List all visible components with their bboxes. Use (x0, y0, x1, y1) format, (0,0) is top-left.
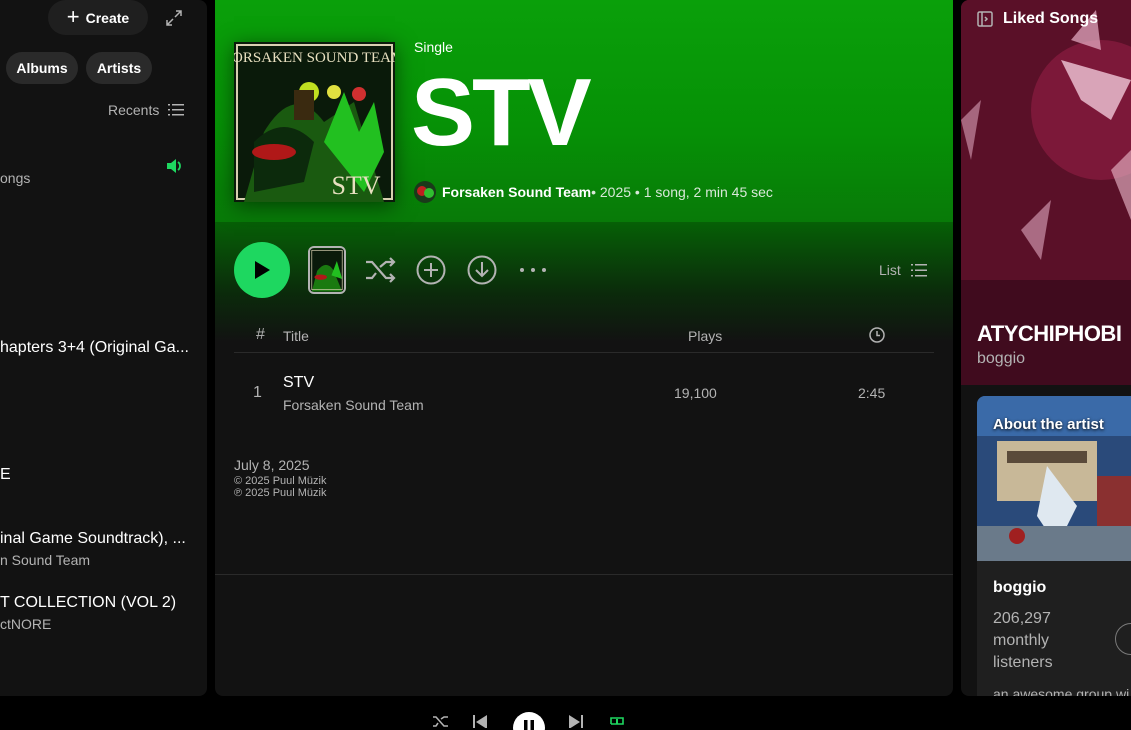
panel-title[interactable]: Liked Songs (1003, 10, 1098, 28)
view-list-button[interactable]: List (879, 262, 927, 278)
table-row[interactable]: 1 STV Forsaken Sound Team 19,100 2:45 (234, 362, 934, 420)
album-preview-button[interactable] (308, 246, 346, 294)
track-duration: 2:45 (858, 385, 886, 401)
album-details: • 2025 • 1 song, 2 min 45 sec (591, 184, 773, 200)
play-button[interactable] (234, 242, 290, 298)
album-cover: FORSAKEN SOUND TEAM STV (234, 42, 395, 202)
track-plays: 19,100 (674, 385, 717, 401)
release-date: July 8, 2025 (234, 457, 310, 473)
tracklist-header: # Title Plays (234, 318, 934, 353)
shuffle-icon[interactable] (432, 714, 450, 728)
album-title: STV (411, 59, 592, 166)
now-playing-artist[interactable]: boggio (977, 350, 1025, 368)
pause-icon (524, 720, 534, 730)
copyright-text: © 2025 Puul Müzik (234, 475, 327, 487)
track-artist[interactable]: Forsaken Sound Team (283, 397, 424, 413)
play-icon (255, 261, 270, 279)
album-meta: Forsaken Sound Team • 2025 • 1 song, 2 m… (414, 181, 773, 203)
album-type: Single (414, 39, 453, 55)
filter-albums-chip[interactable]: Albums (6, 52, 78, 84)
library-item[interactable]: hapters 3+4 (Original Ga... (0, 339, 189, 357)
download-button[interactable] (464, 252, 500, 288)
download-icon (467, 255, 497, 285)
about-artist-card[interactable]: About the artist boggio 206,297 monthly … (977, 396, 1131, 696)
library-item-sub: ctNORE (0, 616, 52, 632)
library-item[interactable]: ongs (0, 170, 30, 186)
panel-header: Liked Songs (977, 10, 1098, 28)
library-sidebar: + Create Albums Artists Recents ongs hap… (0, 0, 207, 696)
panel-icon[interactable] (977, 11, 993, 27)
speaker-icon (167, 159, 181, 173)
library-item-title: inal Game Soundtrack), ... (0, 530, 186, 547)
library-item-sub: ongs (0, 170, 31, 186)
more-options-button[interactable] (515, 252, 551, 288)
phonographic-text: ℗ 2025 Puul Müzik (234, 487, 327, 499)
now-playing-panel: Liked Songs ATYCHIPHOBI boggio About the… (961, 0, 1131, 696)
now-playing-title[interactable]: ATYCHIPHOBI (977, 321, 1122, 347)
library-item[interactable]: T COLLECTION (VOL 2) ctNORE (0, 594, 176, 632)
track-number: 1 (253, 384, 262, 401)
col-plays: Plays (688, 328, 723, 344)
library-item-title: T COLLECTION (VOL 2) (0, 594, 177, 611)
monthly-listeners: 206,297 monthly listeners (993, 610, 1053, 671)
library-item[interactable]: inal Game Soundtrack), ... n Sound Team (0, 530, 186, 568)
more-icon (520, 268, 546, 272)
library-item[interactable]: E (0, 466, 11, 484)
artist-description: an awesome group wi (993, 686, 1130, 696)
library-item-sub: n Sound Team (0, 552, 91, 568)
sort-label: Recents (108, 102, 160, 118)
divider (215, 574, 953, 575)
about-artist-label: About the artist (993, 416, 1104, 433)
album-view: FORSAKEN SOUND TEAM STV Single STV Forsa… (215, 0, 953, 696)
artist-link[interactable]: Forsaken Sound Team (442, 184, 591, 200)
col-number: # (256, 326, 265, 343)
repeat-icon[interactable] (608, 714, 626, 728)
clock-icon (869, 327, 885, 343)
library-item-title: hapters 3+4 (Original Ga... (0, 339, 189, 356)
create-button[interactable]: + Create (48, 0, 148, 35)
list-label: List (879, 262, 901, 278)
list-icon (168, 104, 185, 116)
expand-icon[interactable] (165, 9, 183, 27)
list-icon (910, 263, 927, 276)
col-title: Title (283, 328, 309, 344)
about-artist-name[interactable]: boggio (993, 579, 1046, 597)
shuffle-icon (366, 257, 396, 283)
artist-avatar (414, 181, 436, 203)
release-info: July 8, 2025 © 2025 Puul Müzik ℗ 2025 Pu… (234, 457, 327, 499)
track-title[interactable]: STV (283, 374, 314, 392)
plus-icon: + (66, 3, 80, 29)
cover-text-bottom: STV (331, 171, 380, 200)
add-to-library-button[interactable] (413, 252, 449, 288)
next-icon[interactable] (568, 714, 584, 728)
cover-text-top: FORSAKEN SOUND TEAM (234, 50, 395, 66)
filter-artists-chip[interactable]: Artists (86, 52, 152, 84)
player-bar (0, 696, 1131, 730)
add-circle-icon (416, 255, 446, 285)
previous-icon[interactable] (472, 714, 488, 728)
sort-recents-button[interactable]: Recents (108, 102, 185, 118)
shuffle-button[interactable] (363, 252, 399, 288)
follow-button[interactable] (1115, 623, 1131, 655)
create-label: Create (85, 9, 130, 26)
library-item-title: E (0, 466, 11, 483)
